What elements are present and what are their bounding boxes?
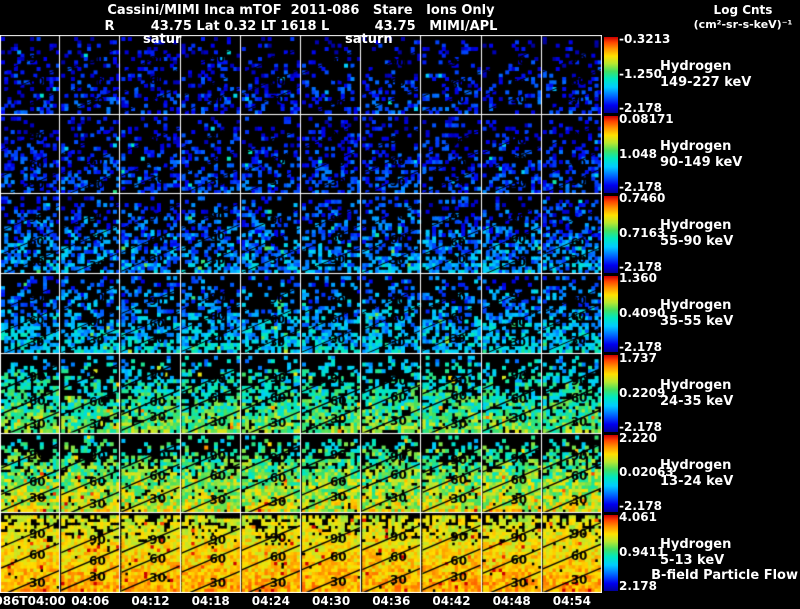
time-axis-label: 04:48	[492, 594, 531, 608]
species-label: Hydrogen	[660, 298, 732, 314]
page-title: Cassini/MIMI Inca mTOF 2011-086 Stare Io…	[107, 3, 495, 18]
colorbar	[604, 36, 618, 114]
saturn-annotation: saturn	[345, 32, 393, 47]
colorbar	[604, 355, 618, 433]
colorbar-label-top: 2.220	[619, 430, 657, 445]
time-axis-label: 086T04:00	[0, 594, 66, 608]
time-axis-label: 04:24	[251, 594, 290, 608]
energy-range-label: 55-90 keV	[660, 234, 734, 250]
spectrogram-grid	[0, 35, 602, 593]
bfield-particle-flow-label: B-field Particle Flow	[651, 568, 798, 583]
colorbar-label-top: -0.3213	[619, 32, 671, 46]
time-axis-label: 04:18	[191, 594, 230, 608]
energy-range-label: 13-24 keV	[660, 473, 734, 489]
time-axis-label: 04:54	[552, 594, 591, 608]
saturn-annotation: satur	[143, 32, 182, 47]
time-axis-label: 04:30	[311, 594, 351, 608]
colorbar-label-bottom: 2.178	[619, 579, 657, 593]
colorbar-legend-header: Log Cnts (cm²-sr-s-keV)⁻¹	[688, 3, 798, 31]
colorbar	[604, 435, 618, 512]
species-label: Hydrogen	[660, 457, 732, 473]
species-label: Hydrogen	[660, 218, 732, 234]
colorbar	[604, 195, 618, 273]
colorbar-label-mid: 0.4090	[619, 306, 666, 320]
legend-units: (cm²-sr-s-keV)⁻¹	[693, 18, 793, 31]
time-axis-label: 04:12	[131, 594, 170, 608]
energy-range-label: 24-35 keV	[660, 393, 734, 409]
colorbar	[604, 116, 618, 193]
colorbar-label-mid: 1.048	[619, 146, 657, 161]
energy-range-label: 35-55 keV	[660, 314, 734, 330]
colorbar-label-top: 4.061	[619, 510, 657, 525]
colorbar	[604, 514, 618, 592]
species-label: Hydrogen	[660, 537, 732, 553]
species-label: Hydrogen	[660, 377, 732, 393]
ephemeris-subtitle: R 43.75 Lat 0.32 LT 1618 L 43.75 MIMI/AP…	[104, 19, 498, 34]
species-label: Hydrogen	[660, 59, 732, 74]
colorbar-label-mid: -1.250	[619, 66, 662, 81]
colorbar-label-mid: 0.9411	[619, 545, 666, 560]
colorbar-label-mid: 0.2209	[619, 385, 666, 400]
colorbar-label-top: 0.08171	[619, 111, 674, 126]
legend-title: Log Cnts	[713, 3, 773, 17]
time-axis-label: 04:36	[372, 594, 411, 608]
time-axis-label: 04:06	[71, 594, 110, 608]
colorbar	[604, 275, 618, 353]
energy-range-label: 5-13 keV	[660, 553, 725, 569]
energy-range-label: 149-227 keV	[660, 75, 752, 90]
species-label: Hydrogen	[660, 138, 732, 154]
colorbar-label-top: 0.7460	[619, 191, 666, 206]
colorbar-label-mid: 0.7163	[619, 226, 666, 241]
time-axis-label: 04:42	[432, 594, 471, 608]
energy-range-label: 90-149 keV	[660, 154, 743, 170]
colorbar-label-top: 1.737	[619, 350, 657, 365]
colorbar-label-top: 1.360	[619, 271, 657, 286]
